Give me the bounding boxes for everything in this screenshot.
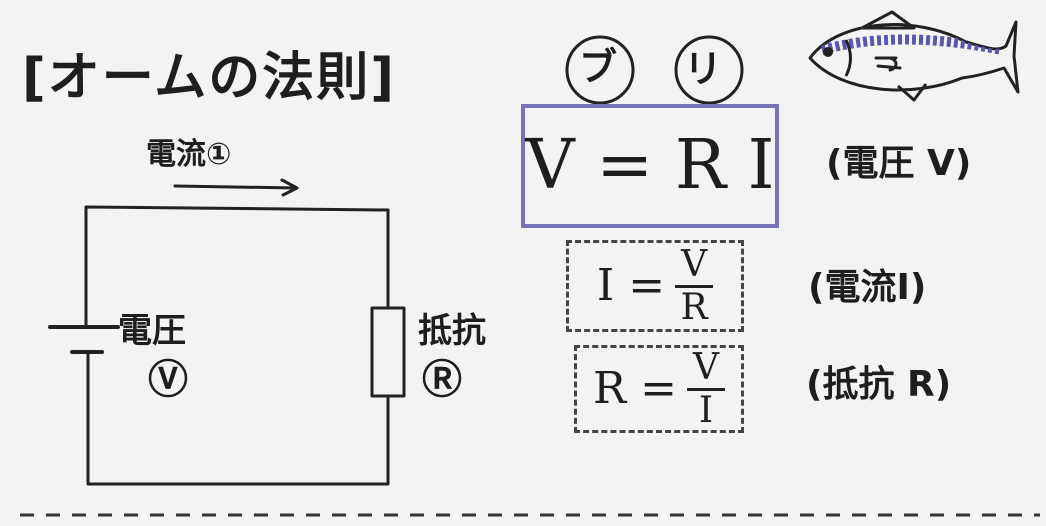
current-formula-box: I = V R <box>566 240 744 332</box>
current-formula-numerator: V <box>675 246 714 288</box>
circuit-top-wire <box>84 205 390 328</box>
current-note: (電流I) <box>808 267 927 308</box>
resistor-symbol <box>370 306 406 398</box>
current-formula-lhs: I = <box>596 260 666 311</box>
page-title: [オームの法則] <box>22 48 396 108</box>
resistance-label: 抵抗 <box>418 311 486 351</box>
circuit-bottom-wire <box>86 350 390 486</box>
resistance-formula-box: R = V I <box>574 345 744 433</box>
mnemonic-char-ri: リ <box>684 47 723 91</box>
resistance-symbol: Ⓡ <box>422 357 462 403</box>
mnemonic-char-bu: ブ <box>579 45 618 89</box>
resistance-formula-denominator: I <box>698 389 714 431</box>
voltage-note: (電圧 V) <box>826 143 972 184</box>
ohms-law-formula-box: V = R I <box>521 104 779 228</box>
current-formula-fraction: V R <box>675 246 714 328</box>
voltage-label: 電圧 <box>118 311 186 351</box>
voltage-symbol: Ⓥ <box>148 357 188 403</box>
resistance-formula-fraction: V I <box>686 349 725 431</box>
resistance-formula-lhs: R = <box>593 363 677 414</box>
current-label: 電流① <box>146 137 232 172</box>
current-arrow <box>173 178 299 197</box>
ohms-law-whiteboard: [オームの法則] 電流① 電圧 Ⓥ 抵抗 Ⓡ ブ リ V = R I I = V… <box>0 0 1046 526</box>
resistance-note: (抵抗 R) <box>806 364 952 405</box>
yellowtail-fish-icon <box>808 10 1020 102</box>
resistance-formula-numerator: V <box>686 349 725 391</box>
current-formula-denominator: R <box>680 286 708 328</box>
